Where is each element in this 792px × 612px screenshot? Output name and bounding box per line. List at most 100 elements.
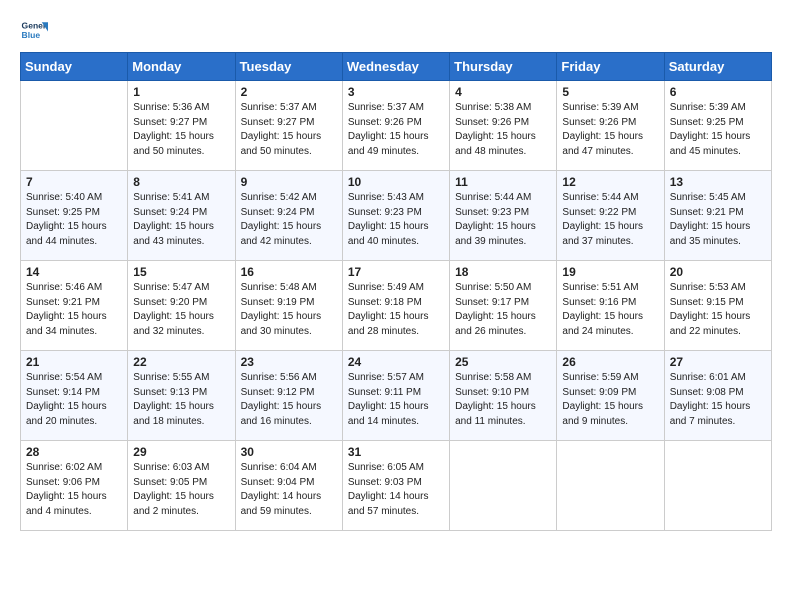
cell-text: Sunrise: 5:54 AM Sunset: 9:14 PM Dayligh… [26, 371, 122, 429]
calendar-cell: 10 Sunrise: 5:43 AM Sunset: 9:23 PM Dayli… [342, 171, 449, 261]
cell-text: Sunrise: 5:39 AM Sunset: 9:25 PM Dayligh… [670, 101, 766, 159]
cell-text: Sunrise: 5:38 AM Sunset: 9:26 PM Dayligh… [455, 101, 551, 159]
day-number: 27 [670, 355, 766, 369]
calendar-cell: 5 Sunrise: 5:39 AM Sunset: 9:26 PM Daylig… [557, 81, 664, 171]
calendar-cell: 11 Sunrise: 5:44 AM Sunset: 9:23 PM Dayli… [450, 171, 557, 261]
calendar-cell: 16 Sunrise: 5:48 AM Sunset: 9:19 PM Dayli… [235, 261, 342, 351]
cell-text: Sunrise: 5:49 AM Sunset: 9:18 PM Dayligh… [348, 281, 444, 339]
calendar-cell: 22Sunrise: 5:55 AM Sunset: 9:13 PM Dayli… [128, 351, 235, 441]
weekday-header-friday: Friday [557, 53, 664, 81]
day-number: 17 [348, 265, 444, 279]
cell-text: Sunrise: 5:45 AM Sunset: 9:21 PM Dayligh… [670, 191, 766, 249]
weekday-header-wednesday: Wednesday [342, 53, 449, 81]
calendar-cell: 9 Sunrise: 5:42 AM Sunset: 9:24 PM Daylig… [235, 171, 342, 261]
day-number: 25 [455, 355, 551, 369]
calendar-cell: 4 Sunrise: 5:38 AM Sunset: 9:26 PM Daylig… [450, 81, 557, 171]
day-number: 16 [241, 265, 337, 279]
calendar-cell: 8Sunrise: 5:41 AM Sunset: 9:24 PM Daylig… [128, 171, 235, 261]
calendar-cell: 26 Sunrise: 5:59 AM Sunset: 9:09 PM Dayli… [557, 351, 664, 441]
cell-text: Sunrise: 6:03 AM Sunset: 9:05 PM Dayligh… [133, 461, 229, 519]
calendar-cell [664, 441, 771, 531]
cell-text: Sunrise: 5:37 AM Sunset: 9:27 PM Dayligh… [241, 101, 337, 159]
day-number: 7 [26, 175, 122, 189]
cell-text: Sunrise: 5:59 AM Sunset: 9:09 PM Dayligh… [562, 371, 658, 429]
week-row-5: 28 Sunrise: 6:02 AM Sunset: 9:06 PM Dayli… [21, 441, 772, 531]
day-number: 22 [133, 355, 229, 369]
day-number: 1 [133, 85, 229, 99]
calendar-cell: 17 Sunrise: 5:49 AM Sunset: 9:18 PM Dayli… [342, 261, 449, 351]
calendar-cell: 19 Sunrise: 5:51 AM Sunset: 9:16 PM Dayli… [557, 261, 664, 351]
day-number: 9 [241, 175, 337, 189]
day-number: 11 [455, 175, 551, 189]
day-number: 5 [562, 85, 658, 99]
day-number: 28 [26, 445, 122, 459]
calendar-cell: 6 Sunrise: 5:39 AM Sunset: 9:25 PM Daylig… [664, 81, 771, 171]
cell-text: Sunrise: 5:53 AM Sunset: 9:15 PM Dayligh… [670, 281, 766, 339]
cell-text: Sunrise: 5:50 AM Sunset: 9:17 PM Dayligh… [455, 281, 551, 339]
day-number: 12 [562, 175, 658, 189]
cell-text: Sunrise: 5:58 AM Sunset: 9:10 PM Dayligh… [455, 371, 551, 429]
cell-text: Sunrise: 6:05 AM Sunset: 9:03 PM Dayligh… [348, 461, 444, 519]
calendar-cell [557, 441, 664, 531]
calendar-cell: 30Sunrise: 6:04 AM Sunset: 9:04 PM Dayli… [235, 441, 342, 531]
logo: General Blue [20, 16, 50, 44]
calendar-cell: 20 Sunrise: 5:53 AM Sunset: 9:15 PM Dayli… [664, 261, 771, 351]
svg-text:Blue: Blue [22, 30, 41, 40]
calendar-cell: 31 Sunrise: 6:05 AM Sunset: 9:03 PM Dayli… [342, 441, 449, 531]
cell-text: Sunrise: 5:43 AM Sunset: 9:23 PM Dayligh… [348, 191, 444, 249]
day-number: 13 [670, 175, 766, 189]
week-row-1: 1 Sunrise: 5:36 AM Sunset: 9:27 PM Daylig… [21, 81, 772, 171]
weekday-header-thursday: Thursday [450, 53, 557, 81]
day-number: 18 [455, 265, 551, 279]
day-number: 24 [348, 355, 444, 369]
calendar-cell: 13 Sunrise: 5:45 AM Sunset: 9:21 PM Dayli… [664, 171, 771, 261]
calendar-cell [21, 81, 128, 171]
calendar-page: General Blue SundayMondayTuesdayWednesda… [0, 0, 792, 551]
cell-text: Sunrise: 5:44 AM Sunset: 9:23 PM Dayligh… [455, 191, 551, 249]
day-number: 31 [348, 445, 444, 459]
day-number: 6 [670, 85, 766, 99]
cell-text: Sunrise: 5:44 AM Sunset: 9:22 PM Dayligh… [562, 191, 658, 249]
day-number: 2 [241, 85, 337, 99]
header: General Blue [20, 16, 772, 44]
cell-text: Sunrise: 5:51 AM Sunset: 9:16 PM Dayligh… [562, 281, 658, 339]
day-number: 20 [670, 265, 766, 279]
cell-text: Sunrise: 5:41 AM Sunset: 9:24 PM Dayligh… [133, 191, 229, 249]
day-number: 26 [562, 355, 658, 369]
calendar-cell: 7Sunrise: 5:40 AM Sunset: 9:25 PM Daylig… [21, 171, 128, 261]
calendar-cell: 23 Sunrise: 5:56 AM Sunset: 9:12 PM Dayli… [235, 351, 342, 441]
day-number: 23 [241, 355, 337, 369]
cell-text: Sunrise: 5:39 AM Sunset: 9:26 PM Dayligh… [562, 101, 658, 159]
weekday-header-saturday: Saturday [664, 53, 771, 81]
week-row-4: 21 Sunrise: 5:54 AM Sunset: 9:14 PM Dayli… [21, 351, 772, 441]
calendar-cell: 21 Sunrise: 5:54 AM Sunset: 9:14 PM Dayli… [21, 351, 128, 441]
cell-text: Sunrise: 6:04 AM Sunset: 9:04 PM Dayligh… [241, 461, 337, 519]
day-number: 21 [26, 355, 122, 369]
cell-text: Sunrise: 5:42 AM Sunset: 9:24 PM Dayligh… [241, 191, 337, 249]
day-number: 3 [348, 85, 444, 99]
calendar-cell: 18 Sunrise: 5:50 AM Sunset: 9:17 PM Dayli… [450, 261, 557, 351]
cell-text: Sunrise: 6:02 AM Sunset: 9:06 PM Dayligh… [26, 461, 122, 519]
day-number: 10 [348, 175, 444, 189]
calendar-table: SundayMondayTuesdayWednesdayThursdayFrid… [20, 52, 772, 531]
day-number: 4 [455, 85, 551, 99]
cell-text: Sunrise: 6:01 AM Sunset: 9:08 PM Dayligh… [670, 371, 766, 429]
calendar-cell: 2 Sunrise: 5:37 AM Sunset: 9:27 PM Daylig… [235, 81, 342, 171]
cell-text: Sunrise: 5:36 AM Sunset: 9:27 PM Dayligh… [133, 101, 229, 159]
calendar-cell: 15Sunrise: 5:47 AM Sunset: 9:20 PM Dayli… [128, 261, 235, 351]
cell-text: Sunrise: 5:48 AM Sunset: 9:19 PM Dayligh… [241, 281, 337, 339]
weekday-header-sunday: Sunday [21, 53, 128, 81]
calendar-cell: 3Sunrise: 5:37 AM Sunset: 9:26 PM Daylig… [342, 81, 449, 171]
cell-text: Sunrise: 5:56 AM Sunset: 9:12 PM Dayligh… [241, 371, 337, 429]
cell-text: Sunrise: 5:57 AM Sunset: 9:11 PM Dayligh… [348, 371, 444, 429]
day-number: 19 [562, 265, 658, 279]
calendar-cell: 14Sunrise: 5:46 AM Sunset: 9:21 PM Dayli… [21, 261, 128, 351]
calendar-cell: 25 Sunrise: 5:58 AM Sunset: 9:10 PM Dayli… [450, 351, 557, 441]
calendar-cell: 12 Sunrise: 5:44 AM Sunset: 9:22 PM Dayli… [557, 171, 664, 261]
logo-icon: General Blue [20, 16, 48, 44]
calendar-cell: 27 Sunrise: 6:01 AM Sunset: 9:08 PM Dayli… [664, 351, 771, 441]
cell-text: Sunrise: 5:46 AM Sunset: 9:21 PM Dayligh… [26, 281, 122, 339]
day-number: 15 [133, 265, 229, 279]
weekday-header-tuesday: Tuesday [235, 53, 342, 81]
calendar-cell: 28 Sunrise: 6:02 AM Sunset: 9:06 PM Dayli… [21, 441, 128, 531]
